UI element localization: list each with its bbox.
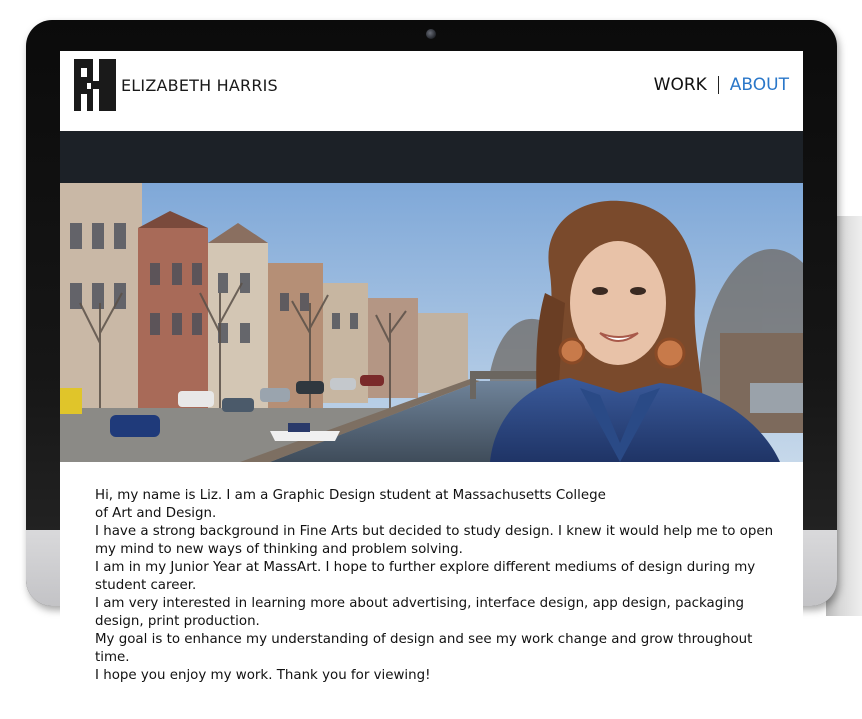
eh-monogram-icon[interactable]: [74, 59, 116, 111]
main-nav: WORK ABOUT: [654, 75, 789, 95]
header-band: [60, 131, 803, 183]
nav-work-link[interactable]: WORK: [654, 75, 707, 95]
bio-paragraph: I am very interested in learning more ab…: [95, 596, 744, 629]
webcam-icon: [426, 29, 436, 39]
site-header: ELIZABETH HARRIS WORK ABOUT: [60, 51, 803, 131]
bio-paragraph: of Art and Design.: [95, 506, 217, 521]
bio-paragraph: I am in my Junior Year at MassArt. I hop…: [95, 560, 756, 593]
nav-divider: [717, 76, 719, 94]
about-bio: Hi, my name is Liz. I am a Graphic Desig…: [95, 487, 775, 685]
bio-paragraph: My goal is to enhance my understanding o…: [95, 632, 753, 665]
site-title[interactable]: ELIZABETH HARRIS: [121, 76, 278, 95]
website-screen: ELIZABETH HARRIS WORK ABOUT Hi, my name …: [60, 51, 803, 719]
bio-paragraph: Hi, my name is Liz. I am a Graphic Desig…: [95, 488, 606, 503]
hero-photo: [60, 183, 803, 462]
bio-paragraph: I have a strong background in Fine Arts …: [95, 524, 774, 557]
bio-paragraph: I hope you enjoy my work. Thank you for …: [95, 668, 431, 683]
nav-about-link[interactable]: ABOUT: [730, 75, 789, 95]
